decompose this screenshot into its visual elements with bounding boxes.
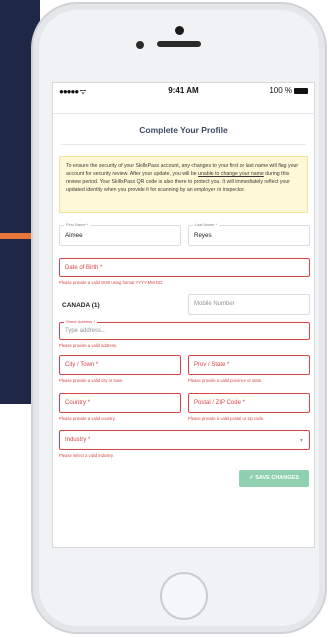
battery-label: 100 %	[269, 86, 292, 95]
postal-code-error: Please provide a valid postal or zip cod…	[188, 416, 265, 421]
status-bar: ●●●●● ᯤ 9:41 AM 100 %	[53, 83, 314, 97]
industry-error: Please select a valid industry.	[59, 453, 114, 458]
battery-indicator: 100 %	[269, 86, 308, 95]
first-name-value: Aimee	[65, 232, 83, 239]
save-changes-button[interactable]: ✓ SAVE CHANGES	[239, 470, 309, 487]
industry-placeholder: Industry *	[65, 437, 91, 443]
front-camera	[136, 41, 144, 49]
prov-error: Please provide a valid province or state…	[188, 378, 263, 383]
battery-icon	[294, 87, 308, 94]
first-name-field[interactable]: First Name * Aimee	[59, 222, 181, 246]
title-divider	[61, 144, 306, 145]
home-button[interactable]	[160, 572, 208, 620]
dob-placeholder: Date of Birth *	[65, 265, 103, 271]
city-placeholder: City / Town *	[65, 362, 99, 368]
prov-field[interactable]: Prov / State *	[188, 355, 310, 375]
street-address-placeholder: Type address...	[65, 328, 107, 334]
speaker-grille	[157, 41, 201, 47]
country-field[interactable]: Country *	[59, 393, 181, 413]
dob-error: Please provide a valid DOB using format …	[59, 280, 164, 285]
industry-select[interactable]: Industry * ▾	[59, 430, 310, 450]
last-name-field[interactable]: Last Name * Reyes	[188, 222, 310, 246]
country-code-select[interactable]: CANADA (1)	[62, 302, 100, 309]
last-name-label: Last Name *	[193, 222, 220, 227]
postal-code-field[interactable]: Postal / ZIP Code *	[188, 393, 310, 413]
country-error: Please provide a valid country.	[59, 416, 116, 421]
earpiece-dot	[175, 26, 184, 35]
mobile-placeholder: Mobile Number	[194, 301, 235, 307]
security-notice: To ensure the security of your SkillsPas…	[59, 156, 308, 213]
prov-placeholder: Prov / State *	[194, 362, 230, 368]
last-name-value: Reyes	[194, 232, 212, 239]
street-address-error: Please provide a valid address.	[59, 343, 118, 348]
notice-underlined-text: unable to change your name	[198, 171, 264, 177]
header-divider	[53, 113, 314, 114]
page-title: Complete Your Profile	[139, 125, 228, 135]
chevron-down-icon: ▾	[299, 438, 303, 444]
first-name-label: First Name *	[64, 222, 91, 227]
street-address-field[interactable]: Street Address * Type address...	[59, 319, 310, 340]
country-placeholder: Country *	[65, 400, 91, 406]
city-field[interactable]: City / Town *	[59, 355, 181, 375]
postal-code-placeholder: Postal / ZIP Code *	[194, 400, 245, 406]
dob-field[interactable]: Date of Birth *	[59, 258, 310, 277]
phone-screen: ●●●●● ᯤ 9:41 AM 100 % Complete Your Prof…	[52, 82, 315, 548]
street-address-label: Street Address *	[64, 319, 97, 324]
city-error: Please provide a valid city or town.	[59, 378, 124, 383]
mobile-number-field[interactable]: Mobile Number	[188, 294, 310, 315]
